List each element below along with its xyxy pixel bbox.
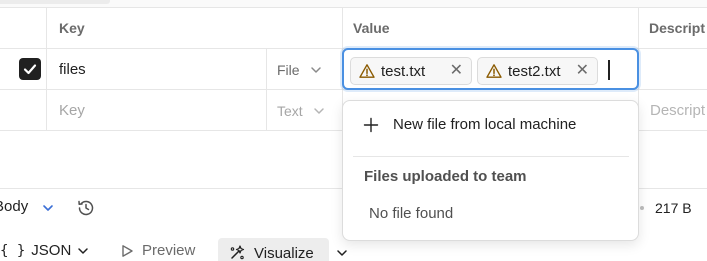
visualize-label: Visualize <box>254 244 314 261</box>
description-input-placeholder[interactable]: Descript <box>650 90 705 131</box>
text-cursor <box>608 60 610 80</box>
file-picker-dropdown: New file from local machine Files upload… <box>342 100 639 241</box>
response-size: 217 B <box>655 200 692 216</box>
remove-file-icon[interactable]: ✕ <box>450 63 463 79</box>
history-icon[interactable] <box>76 198 96 218</box>
preview-button[interactable]: Preview <box>120 242 195 259</box>
visualize-icon <box>230 245 245 260</box>
plus-icon <box>363 117 379 132</box>
file-value-input[interactable]: test.txt ✕ test2.txt ✕ <box>342 48 639 90</box>
separator-dot <box>640 206 644 210</box>
response-body-label[interactable]: Body <box>0 198 28 215</box>
file-chip[interactable]: test2.txt ✕ <box>477 57 598 85</box>
type-select[interactable]: Text <box>277 90 325 131</box>
file-chip[interactable]: test.txt ✕ <box>350 57 472 85</box>
check-icon <box>23 64 37 75</box>
chevron-down-icon[interactable] <box>336 247 348 259</box>
row-enabled-checkbox[interactable] <box>19 58 41 80</box>
braces-icon: { } <box>0 242 26 259</box>
type-select-value: Text <box>277 102 303 119</box>
column-divider <box>46 8 47 131</box>
type-select[interactable]: File <box>277 49 322 90</box>
top-strip <box>0 0 707 8</box>
new-file-label: New file from local machine <box>393 116 577 133</box>
chevron-down-icon <box>78 247 89 254</box>
remove-file-icon[interactable]: ✕ <box>576 63 589 79</box>
play-icon <box>122 244 133 257</box>
chevron-down-icon <box>313 107 324 114</box>
key-input-placeholder[interactable]: Key <box>59 90 85 131</box>
table-header-row: Key Value Descript <box>0 8 707 49</box>
visualize-button[interactable]: Visualize <box>218 238 329 261</box>
new-file-from-local-button[interactable]: New file from local machine <box>363 116 576 133</box>
chevron-down-icon[interactable] <box>42 202 54 214</box>
chevron-down-icon <box>310 66 321 73</box>
file-chip-name: test2.txt <box>508 62 561 80</box>
type-select-value: File <box>277 61 300 78</box>
format-select[interactable]: { } JSON <box>0 242 89 259</box>
header-value: Value <box>353 20 390 36</box>
header-key: Key <box>59 20 85 36</box>
key-input[interactable]: files <box>59 49 86 90</box>
tab-hint <box>0 0 110 4</box>
warning-icon <box>486 63 502 79</box>
preview-label: Preview <box>142 242 196 259</box>
column-divider <box>266 49 267 131</box>
divider <box>353 156 629 157</box>
file-chip-name: test.txt <box>381 62 426 80</box>
header-description: Descript <box>649 20 706 36</box>
team-files-heading: Files uploaded to team <box>364 168 527 185</box>
format-label: JSON <box>31 242 72 259</box>
empty-state-text: No file found <box>369 205 454 222</box>
warning-icon <box>359 63 375 79</box>
